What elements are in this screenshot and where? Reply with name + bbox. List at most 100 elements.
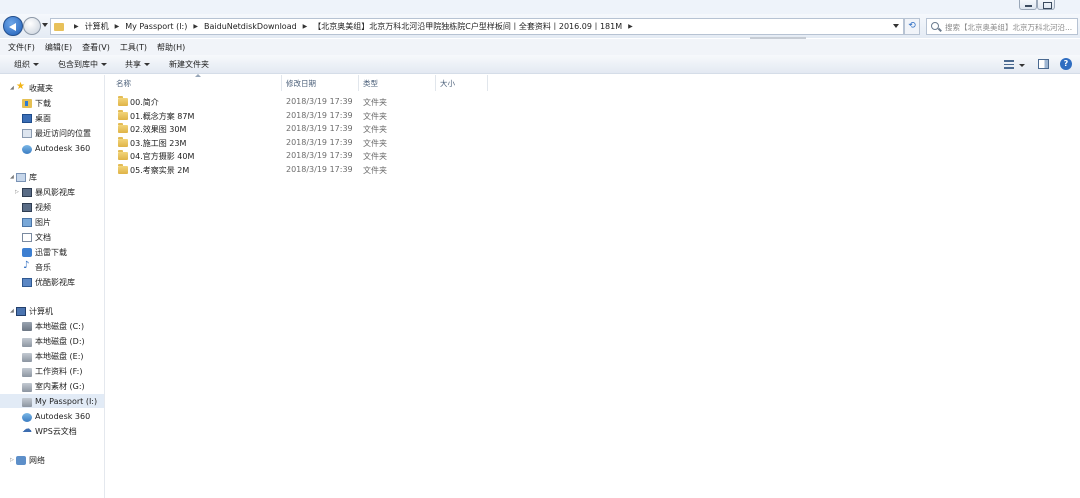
title-bar (0, 0, 1080, 14)
sidebar-group-network[interactable]: ▷ 网络 (0, 453, 104, 467)
sidebar-item-pictures[interactable]: 图片 (0, 215, 104, 229)
folder-icon (54, 22, 64, 31)
sidebar-group-computer[interactable]: ◢ 计算机 (0, 304, 104, 318)
menu-view[interactable]: 查看(V) (82, 42, 110, 53)
sidebar-item-wps-cloud[interactable]: WPS云文档 (0, 424, 104, 438)
breadcrumb-current-folder[interactable]: 【北京奥美组】北京万科北河沿甲院独栋院C户型样板间丨全套资料丨2016.09丨1… (313, 21, 622, 32)
menu-tools[interactable]: 工具(T) (120, 42, 147, 53)
preview-pane-icon[interactable] (1038, 59, 1049, 69)
file-row[interactable]: 00.简介 2018/3/19 17:39 文件夹 (112, 96, 487, 109)
recent-pages-dropdown[interactable] (42, 23, 48, 27)
minimize-button[interactable] (1019, 0, 1037, 10)
address-bar[interactable]: ▶ 计算机 ▶ My Passport (I:) ▶ BaiduNetdiskD… (50, 18, 904, 35)
chevron-right-icon[interactable]: ▶ (628, 23, 633, 30)
desktop-icon (22, 113, 32, 123)
drive-icon (22, 397, 32, 407)
view-dropdown-icon[interactable] (1019, 64, 1025, 67)
file-row[interactable]: 01.概念方案 87M 2018/3/19 17:39 文件夹 (112, 110, 487, 123)
sidebar-item-xunlei[interactable]: 迅雷下载 (0, 245, 104, 259)
search-input[interactable]: 搜索【北京奥美组】北京万科北河沿... (926, 18, 1078, 35)
include-in-library-button[interactable]: 包含到库中 (58, 59, 107, 70)
recent-places-icon (22, 128, 32, 138)
chevron-down-icon (33, 63, 39, 66)
sidebar-item-drive-i[interactable]: My Passport (I:) (0, 394, 104, 408)
expand-arrow-icon: ▷ (10, 457, 14, 463)
chevron-down-icon (101, 63, 107, 66)
menu-file[interactable]: 文件(F) (8, 42, 35, 53)
menu-bar: 文件(F) 编辑(E) 查看(V) 工具(T) 帮助(H) (0, 39, 1080, 55)
file-row[interactable]: 03.施工图 23M 2018/3/19 17:39 文件夹 (112, 137, 487, 150)
xunlei-icon (22, 247, 32, 257)
sidebar-item-autodesk360-drive[interactable]: Autodesk 360 (0, 409, 104, 423)
menu-edit[interactable]: 编辑(E) (45, 42, 72, 53)
forward-button[interactable] (23, 17, 41, 35)
network-icon (16, 455, 26, 465)
menu-help[interactable]: 帮助(H) (157, 42, 185, 53)
sidebar-group-favorites[interactable]: ◢ 收藏夹 (0, 81, 104, 95)
column-header-name[interactable]: 名称 (112, 75, 282, 91)
column-header-date[interactable]: 修改日期 (282, 75, 359, 91)
autodesk-360-icon (22, 412, 32, 422)
sidebar-item-videos[interactable]: 视频 (0, 200, 104, 214)
folder-icon (118, 137, 128, 147)
sidebar-item-drive-d[interactable]: 本地磁盘 (D:) (0, 334, 104, 348)
chevron-right-icon[interactable]: ▶ (303, 23, 308, 30)
expand-arrow-icon: ◢ (10, 308, 14, 314)
sidebar-item-drive-e[interactable]: 本地磁盘 (E:) (0, 349, 104, 363)
folder-icon (118, 123, 128, 133)
back-button[interactable] (3, 16, 23, 36)
sidebar-group-libraries[interactable]: ◢ 库 (0, 170, 104, 184)
column-header-size[interactable]: 大小 (436, 75, 488, 91)
file-row[interactable]: 05.考察实景 2M 2018/3/19 17:39 文件夹 (112, 164, 487, 177)
breadcrumb-drive[interactable]: My Passport (I:) (125, 22, 187, 31)
star-icon (16, 81, 26, 93)
file-row[interactable]: 02.效果图 30M 2018/3/19 17:39 文件夹 (112, 123, 487, 136)
document-icon (22, 232, 32, 242)
navigation-pane: ◢ 收藏夹 下载 桌面 最近访问的位置 Autodesk 360 ◢ 库 ▷ 暴… (0, 75, 105, 498)
music-icon (22, 260, 32, 272)
address-history-dropdown-icon[interactable] (893, 24, 899, 28)
sidebar-item-desktop[interactable]: 桌面 (0, 111, 104, 125)
video-icon (22, 202, 32, 212)
folder-icon (118, 164, 128, 174)
sidebar-item-recent[interactable]: 最近访问的位置 (0, 126, 104, 140)
chevron-right-icon[interactable]: ▶ (193, 23, 198, 30)
maximize-button[interactable] (1037, 0, 1055, 10)
system-drive-icon (22, 321, 32, 331)
video-library-icon (22, 187, 32, 197)
folder-icon (118, 96, 128, 106)
search-placeholder: 搜索【北京奥美组】北京万科北河沿... (945, 23, 1073, 32)
search-icon (931, 22, 939, 30)
expand-arrow-icon: ▷ (15, 189, 19, 195)
address-row: ▶ 计算机 ▶ My Passport (I:) ▶ BaiduNetdiskD… (0, 14, 1080, 38)
sidebar-item-baofeng-library[interactable]: ▷ 暴风影视库 (0, 185, 104, 199)
chevron-right-icon[interactable]: ▶ (115, 23, 120, 30)
youku-library-icon (22, 277, 32, 287)
sidebar-item-drive-f[interactable]: 工作资料 (F:) (0, 364, 104, 378)
new-folder-button[interactable]: 新建文件夹 (169, 59, 209, 70)
sidebar-item-drive-c[interactable]: 本地磁盘 (C:) (0, 319, 104, 333)
sidebar-item-drive-g[interactable]: 室内素材 (G:) (0, 379, 104, 393)
chevron-down-icon (144, 63, 150, 66)
sidebar-item-downloads[interactable]: 下载 (0, 96, 104, 110)
drive-icon (22, 382, 32, 392)
breadcrumb-computer[interactable]: 计算机 (85, 21, 109, 32)
share-button[interactable]: 共享 (125, 59, 150, 70)
organize-button[interactable]: 组织 (14, 59, 39, 70)
sidebar-item-youku[interactable]: 优酷影视库 (0, 275, 104, 289)
breadcrumb-download[interactable]: BaiduNetdiskDownload (204, 22, 297, 31)
sidebar-item-autodesk360[interactable]: Autodesk 360 (0, 141, 104, 155)
help-icon[interactable]: ? (1060, 58, 1072, 70)
chevron-right-icon[interactable]: ▶ (74, 23, 79, 30)
sidebar-item-documents[interactable]: 文档 (0, 230, 104, 244)
drive-icon (22, 337, 32, 347)
view-options-icon[interactable] (1004, 60, 1014, 69)
drive-icon (22, 352, 32, 362)
file-row[interactable]: 04.官方摄影 40M 2018/3/19 17:39 文件夹 (112, 150, 487, 163)
cloud-icon (22, 424, 32, 436)
library-icon (16, 172, 26, 182)
expand-arrow-icon: ◢ (10, 85, 14, 91)
sidebar-item-music[interactable]: 音乐 (0, 260, 104, 274)
refresh-button[interactable]: ⟲ (904, 18, 920, 35)
column-header-type[interactable]: 类型 (359, 75, 436, 91)
